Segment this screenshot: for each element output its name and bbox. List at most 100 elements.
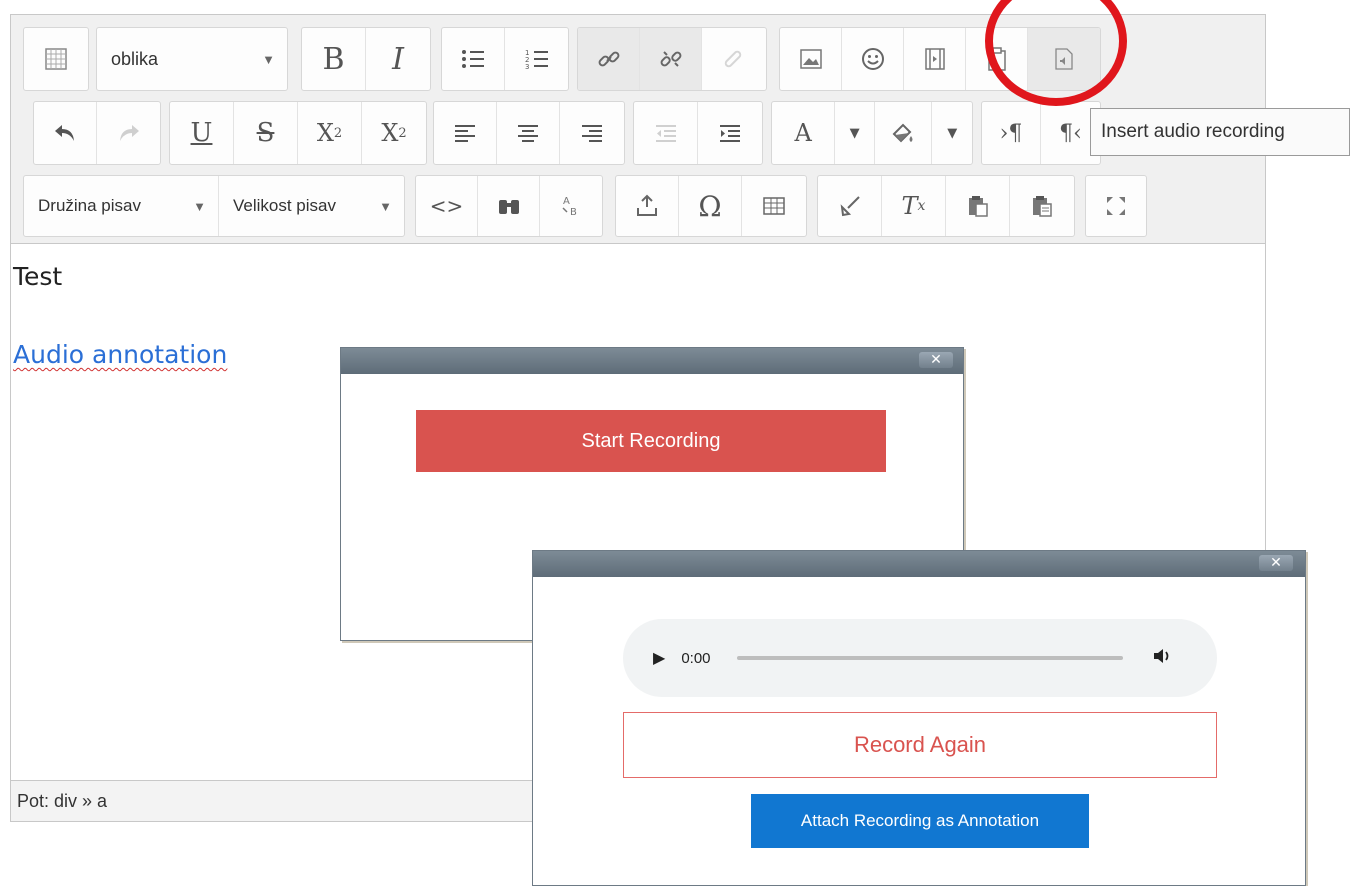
outdent-button[interactable] (634, 102, 698, 164)
close-icon: ✕ (1270, 555, 1282, 571)
pilcrow-ltr-icon: ›¶ (999, 120, 1023, 146)
spellcheck-button[interactable]: AB (540, 176, 602, 236)
text-color-dropdown[interactable]: ▼ (835, 102, 875, 164)
superscript-button[interactable]: X2 (362, 102, 426, 164)
fullscreen-group (1085, 175, 1147, 237)
direction-group: ›¶ ¶‹ (981, 101, 1101, 165)
svg-text:B: B (570, 207, 577, 218)
indent-button[interactable] (698, 102, 762, 164)
subscript-button[interactable]: X2 (298, 102, 362, 164)
paste-word-icon (1033, 196, 1052, 217)
undo-button[interactable] (34, 102, 97, 164)
start-recording-button[interactable]: Start Recording (416, 410, 886, 472)
anchor-button[interactable] (702, 28, 764, 90)
align-center-button[interactable] (497, 102, 560, 164)
clear-format-mark: x (917, 198, 926, 214)
color-group: A ▼ ▼ (771, 101, 973, 165)
attach-recording-button[interactable]: Attach Recording as Annotation (751, 794, 1089, 848)
text-style-group: U S X2 X2 (169, 101, 427, 165)
redo-icon (119, 125, 139, 141)
clear-format-button[interactable]: Tx (882, 176, 946, 236)
paste-word-button[interactable] (1010, 176, 1074, 236)
format-select-label: oblika (111, 48, 159, 69)
bold-button[interactable]: B (302, 28, 366, 90)
insert-media-button[interactable] (904, 28, 966, 90)
toolbar-toggle-group (23, 27, 89, 91)
format-select[interactable]: oblika ▼ (96, 27, 288, 91)
indent-group (633, 101, 763, 165)
close-button[interactable]: ✕ (919, 352, 953, 368)
spellcheck-icon: AB (562, 196, 577, 218)
unlink-icon (660, 51, 681, 67)
align-left-button[interactable] (434, 102, 497, 164)
html-source-button[interactable]: <> (416, 176, 478, 236)
table-icon (763, 197, 785, 215)
history-group (33, 101, 161, 165)
link-button[interactable] (578, 28, 640, 90)
cleanup-group: Tx (817, 175, 1075, 237)
chevron-down-icon: ▼ (193, 198, 206, 214)
align-center-icon (518, 125, 538, 142)
font-family-label: Družina pisav (38, 196, 141, 215)
italic-button[interactable]: I (366, 28, 430, 90)
insert-table-button[interactable] (742, 176, 806, 236)
background-color-button[interactable] (875, 102, 933, 164)
align-group (433, 101, 625, 165)
align-right-button[interactable] (560, 102, 623, 164)
insert-emoticon-button[interactable] (842, 28, 904, 90)
link-icon (598, 51, 619, 67)
insert-hr-button[interactable] (616, 176, 679, 236)
undo-icon (55, 125, 74, 141)
bold-italic-group: B I (301, 27, 431, 91)
paste-text-button[interactable] (946, 176, 1010, 236)
special-chars-button[interactable]: Ω (679, 176, 742, 236)
tooltip: Insert audio recording (1090, 108, 1350, 156)
audio-annotation-link[interactable]: Audio annotation (13, 340, 227, 369)
font-size-label: Velikost pisav (233, 196, 336, 215)
playback-dialog: ✕ ▶ 0:00 Record Again Attach Recording a… (532, 550, 1306, 886)
record-again-button[interactable]: Record Again (623, 712, 1217, 778)
unlink-button[interactable] (640, 28, 702, 90)
close-icon: ✕ (930, 352, 942, 368)
toolbar-toggle-button[interactable] (24, 28, 88, 90)
find-replace-button[interactable] (478, 176, 540, 236)
insert-group: Ω (615, 175, 807, 237)
fullscreen-button[interactable] (1086, 176, 1146, 236)
source-group: <> AB (415, 175, 603, 237)
image-icon (799, 49, 822, 69)
pilcrow-rtl-icon: ¶‹ (1059, 120, 1082, 146)
paint-bucket-icon (892, 123, 913, 143)
strikethrough-button[interactable]: S (234, 102, 298, 164)
font-size-select[interactable]: Velikost pisav ▼ (219, 176, 404, 236)
superscript-x: X (381, 119, 399, 147)
numbered-list-button[interactable]: 123 (505, 28, 568, 90)
redo-button[interactable] (97, 102, 160, 164)
keyboard-grid-icon (45, 48, 67, 70)
close-button[interactable]: ✕ (1259, 555, 1293, 571)
superscript-mark: 2 (398, 125, 407, 141)
fullscreen-icon (1107, 197, 1125, 215)
font-selects-group: Družina pisav ▼ Velikost pisav ▼ (23, 175, 405, 237)
smiley-icon (861, 48, 884, 70)
audio-progress-slider[interactable] (736, 656, 1123, 660)
bullet-list-button[interactable] (442, 28, 505, 90)
volume-icon[interactable] (1153, 648, 1171, 669)
clear-format-t: T (901, 192, 918, 220)
align-right-icon (581, 125, 602, 142)
paste-text-icon (968, 196, 988, 217)
text-color-button[interactable]: A (772, 102, 836, 164)
underline-button[interactable]: U (170, 102, 234, 164)
indent-icon (720, 125, 740, 142)
outdent-icon (655, 125, 676, 142)
font-family-select[interactable]: Družina pisav ▼ (24, 176, 219, 236)
insert-image-button[interactable] (780, 28, 842, 90)
background-color-dropdown[interactable]: ▼ (932, 102, 972, 164)
dialog-title-bar: ✕ (341, 348, 963, 374)
cleanup-button[interactable] (818, 176, 882, 236)
ltr-button[interactable]: ›¶ (982, 102, 1041, 164)
chevron-down-icon: ▼ (262, 51, 275, 67)
audio-time: 0:00 (681, 649, 711, 667)
play-icon[interactable]: ▶ (653, 648, 665, 668)
chevron-down-icon: ▼ (379, 198, 392, 214)
numbered-list-icon: 123 (525, 49, 548, 71)
